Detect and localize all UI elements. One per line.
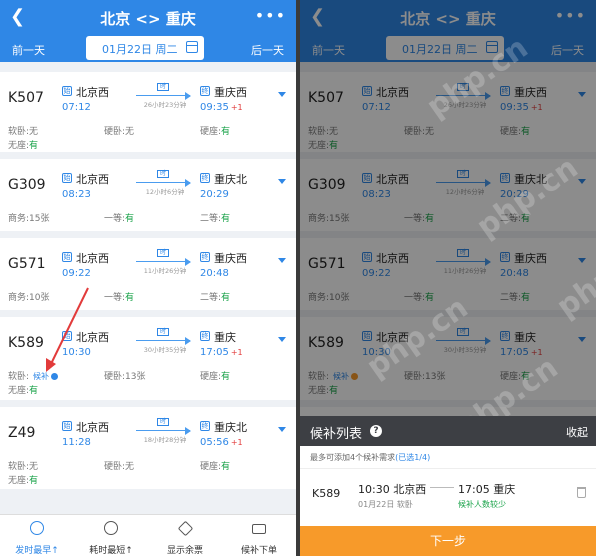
- note-text: 最多可添加4个候补需求: [310, 453, 396, 462]
- modal-overlay[interactable]: [300, 0, 596, 416]
- annotation-arrow-head: [46, 358, 56, 372]
- trash-icon[interactable]: [577, 487, 586, 498]
- houbu-item[interactable]: K589 10:30 北京西 17:05 重庆 01月22日 软卧 候补人数较少: [300, 468, 596, 518]
- train-number: K589: [312, 487, 341, 500]
- route-line: [430, 487, 454, 488]
- help-icon[interactable]: ?: [370, 425, 382, 437]
- sheet-note: 最多可添加4个候补需求(已选1/4): [310, 452, 430, 463]
- right-screen: ❮ 北京 <> 重庆 ••• 前一天 01月22日 周二 后一天 K507 始北京西 07:12…: [300, 0, 596, 556]
- selected-count: (已选1/4): [395, 453, 431, 462]
- next-step-button[interactable]: 下一步: [300, 526, 596, 556]
- sheet-title: 候补列表: [310, 427, 363, 442]
- collapse-button[interactable]: 收起: [566, 424, 588, 440]
- arrival: 17:05 重庆: [458, 483, 516, 496]
- date-seat: 01月22日 软卧: [358, 500, 413, 509]
- success-rate: 候补人数较少: [458, 500, 506, 509]
- houbu-list-sheet: 候补列表? 收起最多可添加4个候补需求(已选1/4) K589 10:30 北京西 17…: [300, 416, 596, 556]
- annotation-arrow-shaft: [49, 287, 89, 367]
- annotation-arrow: [46, 287, 89, 372]
- departure: 10:30 北京西: [358, 483, 427, 496]
- left-screen: ❮ 北京 <> 重庆 ••• 前一天 01月22日 周二 后一天 K507 始北京西 07:12…: [0, 0, 296, 556]
- sheet-header: 候补列表? 收起: [300, 416, 596, 446]
